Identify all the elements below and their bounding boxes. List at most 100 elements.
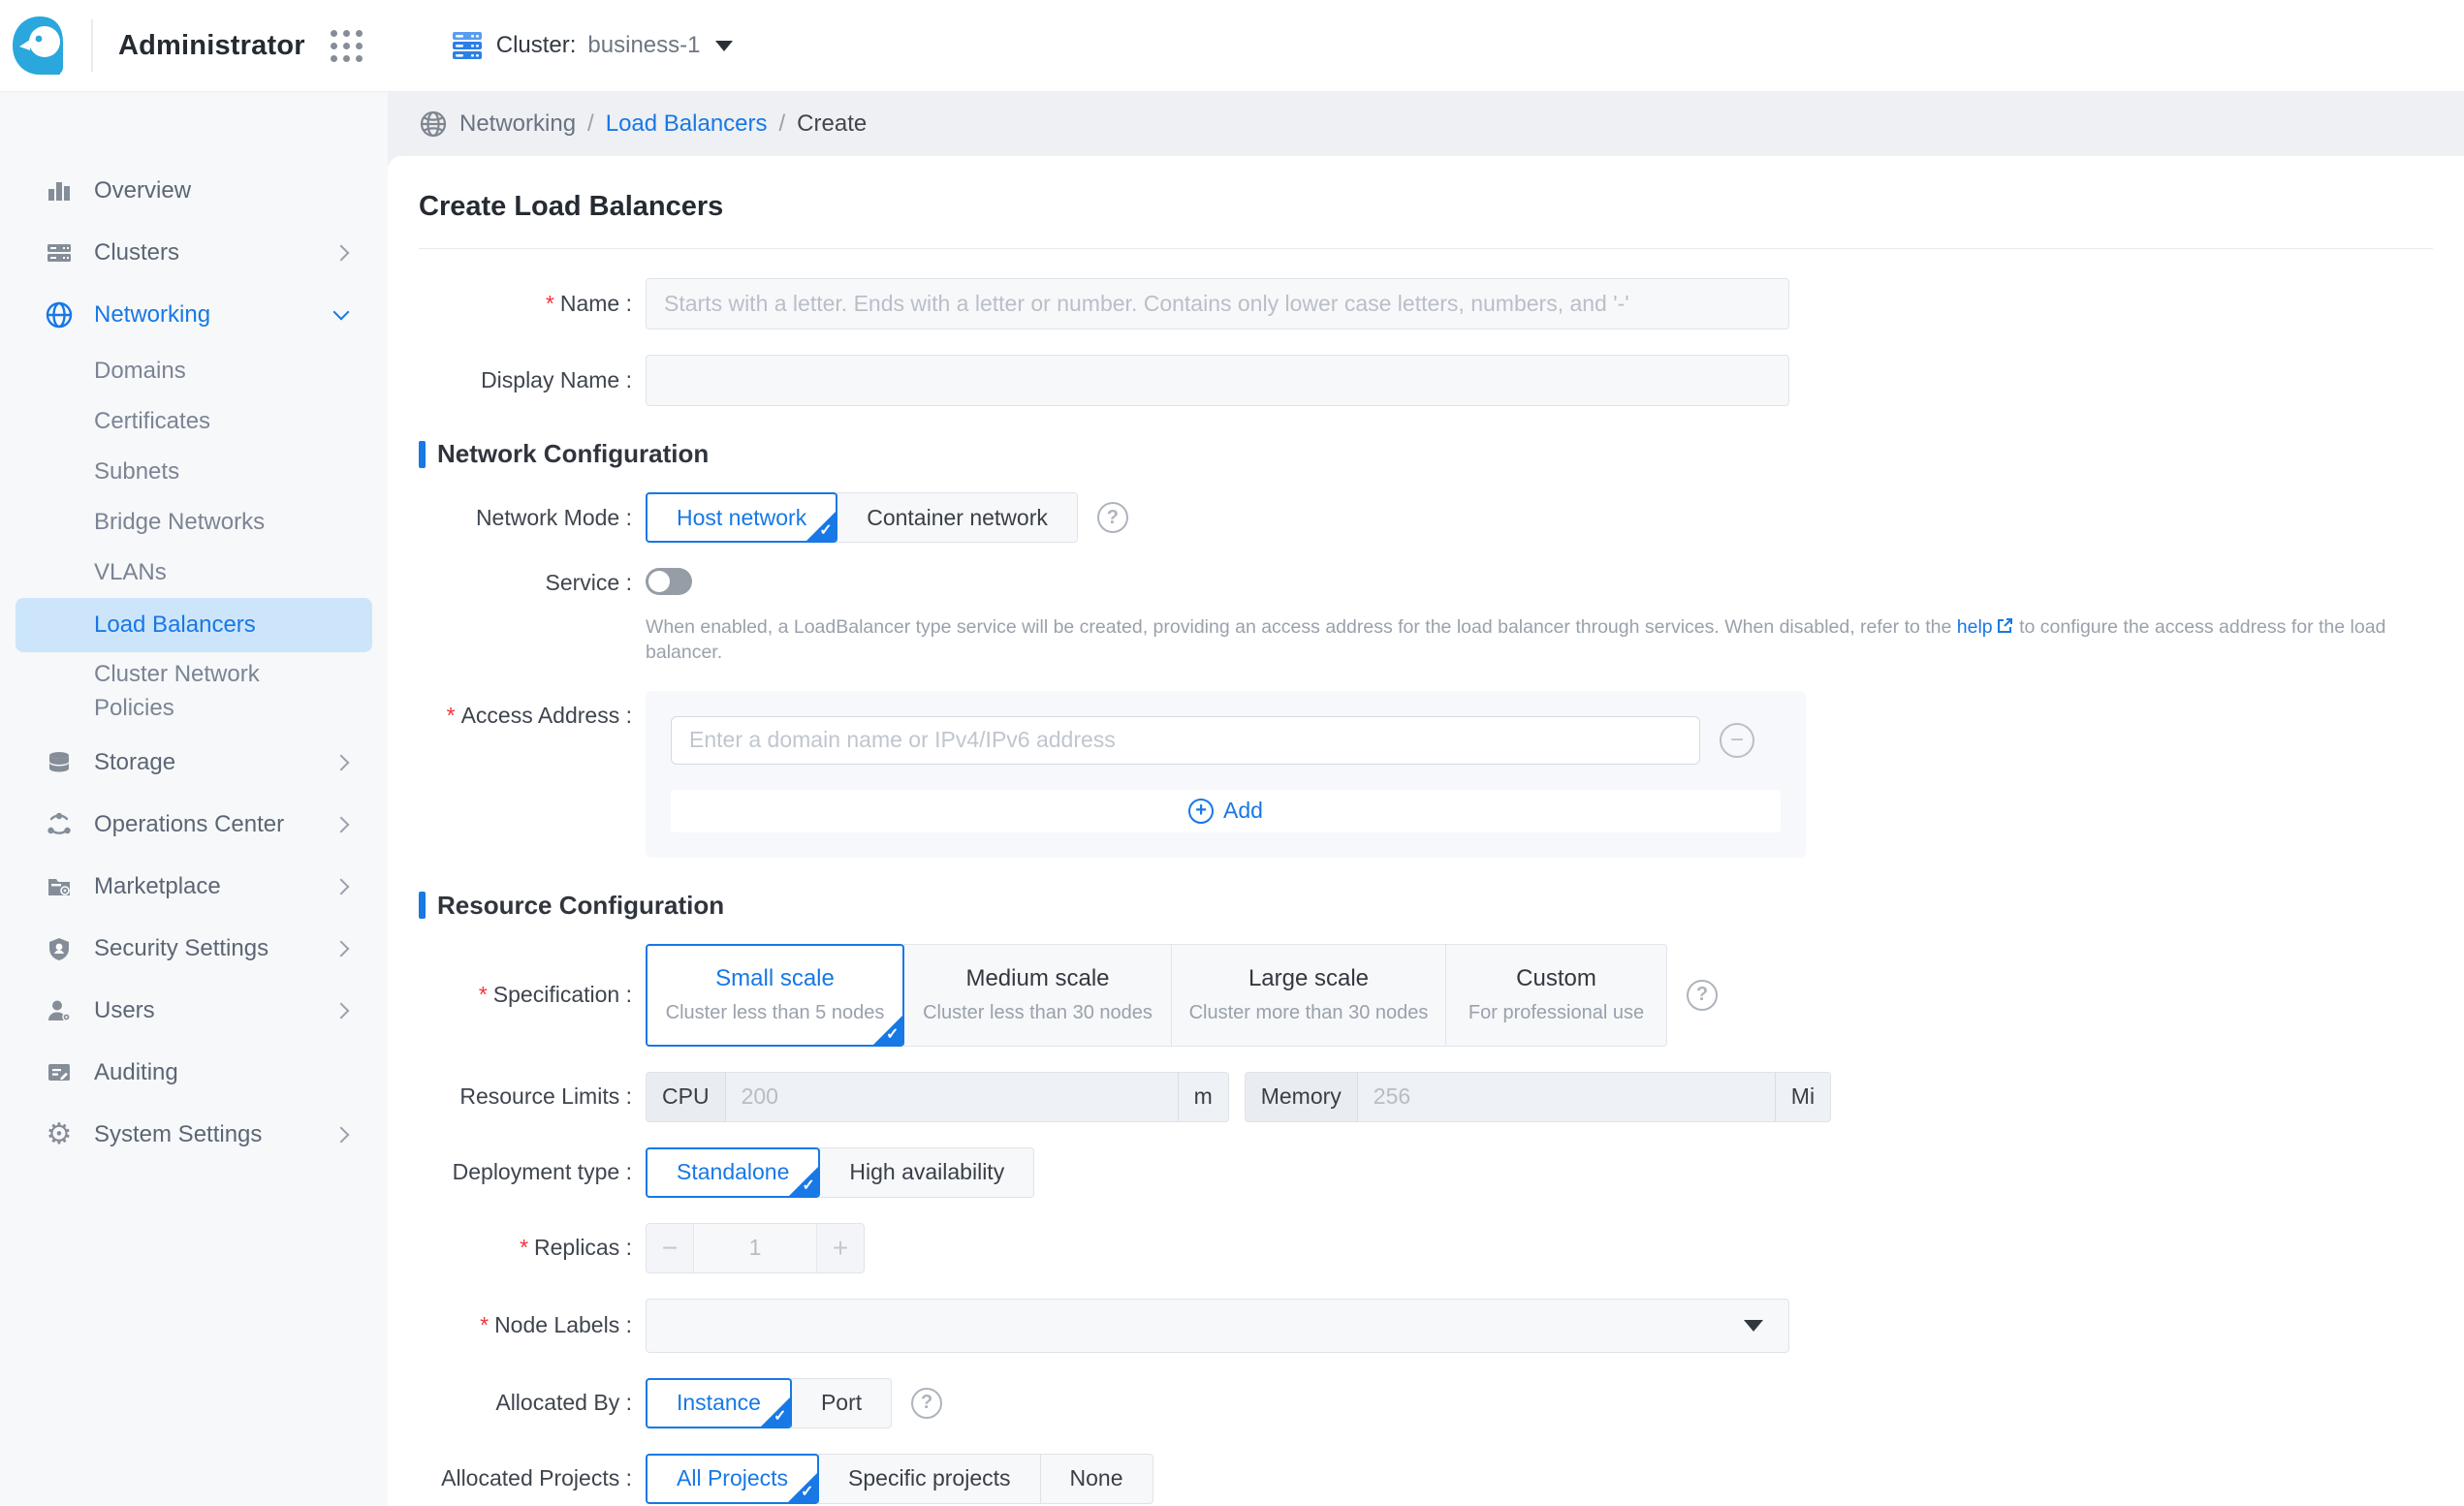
replicas-decrement-button[interactable]: −	[647, 1224, 693, 1272]
audit-log-icon	[44, 1057, 75, 1088]
replicas-label: Replicas :	[534, 1235, 632, 1260]
allocated-projects-group: All Projects Specific projects None	[646, 1454, 1153, 1504]
service-toggle[interactable]	[646, 568, 692, 595]
sidebar-item-security-settings[interactable]: Security Settings	[0, 918, 388, 980]
cpu-unit: m	[1178, 1073, 1228, 1121]
chevron-right-icon	[333, 1003, 350, 1020]
sidebar-item-operations-center[interactable]: Operations Center	[0, 794, 388, 856]
deployment-standalone[interactable]: Standalone	[646, 1147, 820, 1198]
replicas-value[interactable]: 1	[693, 1224, 817, 1272]
cluster-servers-icon	[450, 28, 485, 63]
memory-limit-group: Memory Mi	[1245, 1072, 1831, 1122]
service-label: Service :	[419, 568, 632, 596]
chevron-down-icon	[1744, 1320, 1763, 1332]
selected-check-icon	[806, 512, 836, 541]
sidebar-item-networking[interactable]: Networking	[0, 284, 388, 346]
deployment-type-label: Deployment type :	[419, 1159, 632, 1185]
sidebar-item-certificates[interactable]: Certificates	[0, 396, 388, 447]
node-labels-row: *Node Labels :	[419, 1299, 2433, 1353]
sidebar-item-bridge-networks[interactable]: Bridge Networks	[0, 497, 388, 548]
spec-small-scale[interactable]: Small scale Cluster less than 5 nodes	[646, 944, 904, 1047]
access-address-label: Access Address :	[461, 703, 632, 728]
servers-icon	[44, 237, 75, 268]
brand-logo-icon[interactable]	[10, 14, 74, 78]
header-divider	[91, 19, 93, 72]
deployment-high-availability[interactable]: High availability	[819, 1147, 1034, 1198]
resource-configuration-section: Resource Configuration	[419, 891, 2433, 921]
sidebar-item-domains[interactable]: Domains	[0, 346, 388, 396]
network-mode-label: Network Mode :	[419, 505, 632, 531]
display-name-input[interactable]	[646, 355, 1789, 406]
spec-custom[interactable]: Custom For professional use	[1445, 944, 1667, 1047]
spec-medium-scale[interactable]: Medium scale Cluster less than 30 nodes	[903, 944, 1172, 1047]
access-address-input[interactable]	[671, 716, 1700, 765]
allocated-by-label: Allocated By :	[419, 1390, 632, 1416]
network-configuration-section: Network Configuration	[419, 439, 2433, 469]
chevron-right-icon	[333, 755, 350, 771]
network-mode-container[interactable]: Container network	[837, 492, 1078, 543]
allocated-projects-none[interactable]: None	[1040, 1454, 1153, 1504]
required-mark: *	[546, 291, 554, 316]
cpu-limit-input[interactable]	[726, 1073, 1178, 1121]
breadcrumb-networking: Networking	[459, 110, 576, 138]
sidebar-item-system-settings[interactable]: ⚙ System Settings	[0, 1104, 388, 1166]
bar-chart-icon	[44, 175, 75, 206]
top-header: Administrator Cluster: business-1	[0, 0, 2464, 92]
memory-limit-input[interactable]	[1358, 1073, 1775, 1121]
add-address-button[interactable]: + Add	[671, 790, 1781, 832]
name-input[interactable]	[646, 278, 1789, 329]
sidebar-item-overview[interactable]: Overview	[0, 160, 388, 222]
sidebar-item-vlans[interactable]: VLANs	[0, 548, 388, 598]
access-address-panel: − + Add	[646, 691, 1806, 858]
sidebar-nav: Overview Clusters Networking Domains	[0, 92, 388, 1506]
help-link[interactable]: help	[1957, 616, 1993, 638]
sidebar-item-auditing[interactable]: Auditing	[0, 1042, 388, 1104]
chevron-right-icon	[333, 1127, 350, 1144]
divider	[419, 248, 2433, 249]
cluster-selector[interactable]: Cluster: business-1	[450, 28, 734, 63]
service-help-text: When enabled, a LoadBalancer type servic…	[646, 614, 2433, 666]
network-mode-host[interactable]: Host network	[646, 492, 837, 543]
help-question-icon[interactable]: ?	[911, 1388, 942, 1419]
sidebar-item-clusters[interactable]: Clusters	[0, 222, 388, 284]
remove-address-button[interactable]: −	[1720, 723, 1754, 758]
gear-icon: ⚙	[44, 1119, 75, 1150]
name-label: Name :	[560, 291, 632, 316]
replicas-increment-button[interactable]: +	[817, 1224, 864, 1272]
specification-row: *Specification : Small scale Cluster les…	[419, 944, 2433, 1047]
cpu-prefix: CPU	[647, 1073, 726, 1121]
allocated-by-instance[interactable]: Instance	[646, 1378, 792, 1428]
allocated-by-port[interactable]: Port	[791, 1378, 892, 1428]
database-icon	[44, 747, 75, 778]
display-name-label: Display Name :	[419, 367, 632, 393]
sidebar-item-storage[interactable]: Storage	[0, 732, 388, 794]
help-question-icon[interactable]: ?	[1687, 980, 1718, 1011]
replicas-row: *Replicas : − 1 +	[419, 1223, 2433, 1273]
network-mode-group: Host network Container network	[646, 492, 1078, 543]
sidebar-item-load-balancers[interactable]: Load Balancers	[16, 598, 372, 652]
breadcrumb-load-balancers-link[interactable]: Load Balancers	[606, 110, 768, 138]
sidebar-item-cluster-network-policies[interactable]: Cluster Network Policies	[0, 652, 388, 732]
allocated-projects-all[interactable]: All Projects	[646, 1454, 819, 1504]
selected-check-icon	[789, 1167, 818, 1196]
help-question-icon[interactable]: ?	[1097, 502, 1128, 533]
spec-large-scale[interactable]: Large scale Cluster more than 30 nodes	[1171, 944, 1446, 1047]
memory-unit: Mi	[1775, 1073, 1830, 1121]
sidebar-item-marketplace[interactable]: Marketplace	[0, 856, 388, 918]
specification-label: Specification :	[493, 982, 632, 1007]
chevron-right-icon	[333, 941, 350, 957]
sidebar-item-subnets[interactable]: Subnets	[0, 447, 388, 497]
chevron-right-icon	[333, 879, 350, 895]
network-mode-row: Network Mode : Host network Container ne…	[419, 492, 2433, 543]
plus-circle-icon: +	[1188, 799, 1214, 824]
app-switcher-grid-icon[interactable]	[331, 30, 363, 62]
allocated-by-group: Instance Port	[646, 1378, 892, 1428]
name-row: *Name :	[419, 278, 2433, 329]
sidebar-item-users[interactable]: Users	[0, 980, 388, 1042]
globe-icon	[419, 110, 448, 139]
node-labels-select[interactable]	[646, 1299, 1789, 1353]
memory-prefix: Memory	[1246, 1073, 1358, 1121]
allocated-projects-specific[interactable]: Specific projects	[818, 1454, 1040, 1504]
cluster-value[interactable]: business-1	[587, 32, 700, 59]
allocated-projects-row: Allocated Projects : All Projects Specif…	[419, 1454, 2433, 1504]
